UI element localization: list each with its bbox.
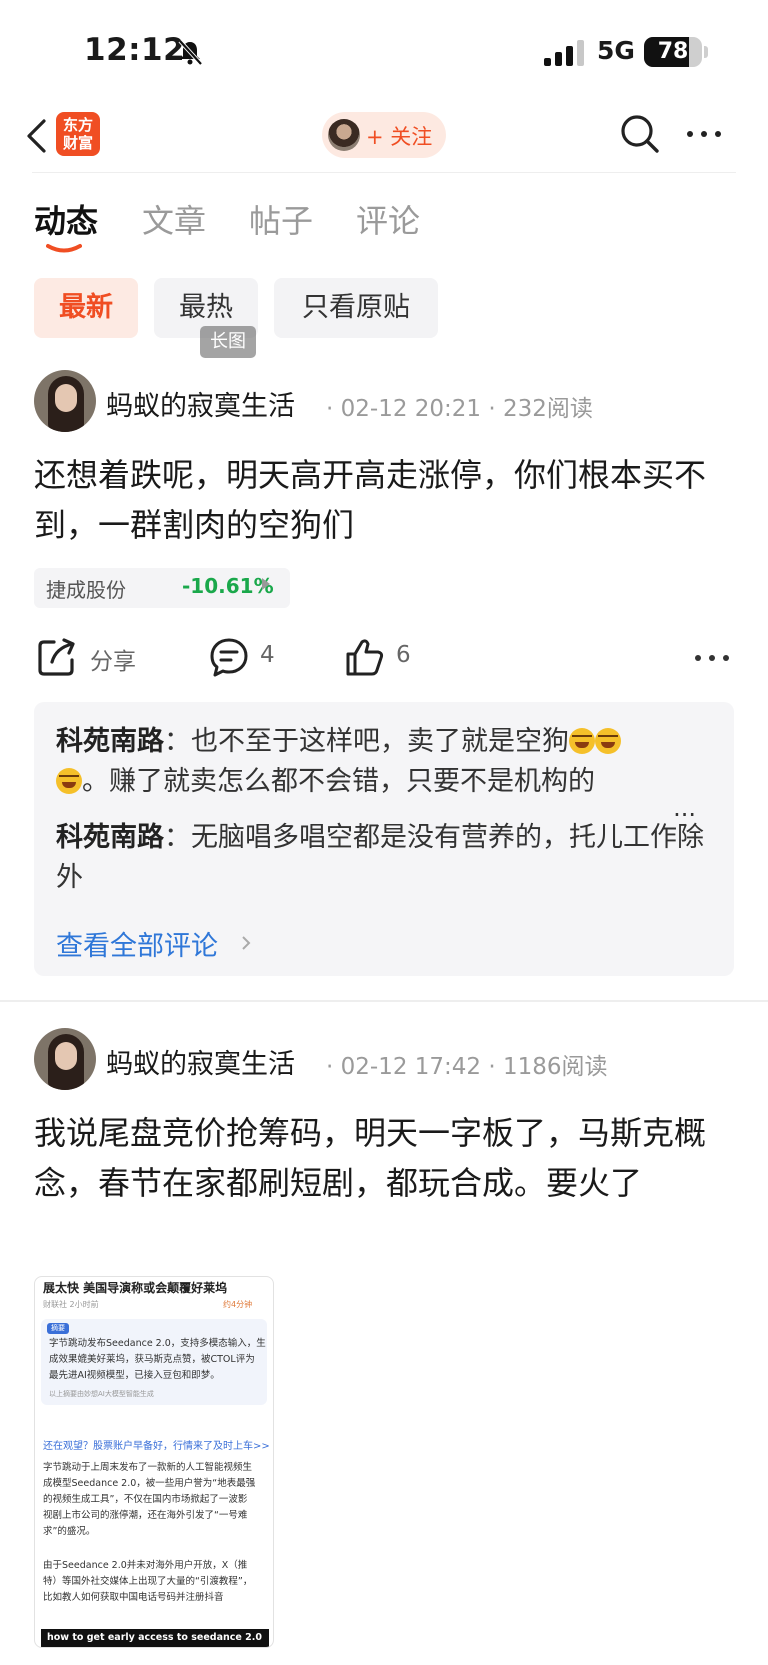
comment-text-continued: 。赚了就卖怎么都不会错，只要不是机构的 [82,766,595,797]
tab-active-indicator [46,244,82,253]
avatar [328,119,360,151]
comment-separator: ： [164,726,191,757]
avatar[interactable] [34,1028,96,1090]
avatar[interactable] [34,370,96,432]
long-image-badge: 长图 [200,326,256,358]
battery-level: 78 [657,39,689,64]
status-time: 12:12 [84,32,186,68]
like-count: 6 [396,642,411,668]
search-icon[interactable] [620,114,660,154]
image-summary-line: 成效果媲美好莱坞，获马斯克点赞，被CTOL评为 [49,1354,255,1365]
tab-comments[interactable]: 评论 [356,196,420,242]
back-icon[interactable] [24,118,48,154]
tab-posts[interactable]: 帖子 [249,196,313,242]
view-all-comments-link[interactable]: 查看全部评论 [56,924,218,963]
nav-divider [32,172,736,173]
image-summary-line: 字节跳动发布Seedance 2.0，支持多模态输入，生 [49,1338,266,1349]
bell-muted-icon [178,39,203,66]
image-summary-note: 以上摘要由妙想AI大模型智能生成 [49,1390,154,1398]
brand-logo-line1: 东方 [62,116,93,134]
image-summary-badge: 摘要 [47,1323,69,1334]
post-meta: · 02-12 20:21 · 232阅读 [326,396,593,422]
comment-item[interactable]: 科苑南路：无脑唱多唱空都是没有营养的，托儿工作除外 [56,818,716,898]
thumbs-up-icon [346,639,384,676]
image-paragraph-line: 视剧上市公司的涨停潮，还在海外引发了“一号难 [43,1510,248,1521]
image-paragraph-line: 特）等国外社交媒体上出现了大量的“引渡教程”， [43,1576,253,1587]
more-icon[interactable] [692,648,732,668]
filter-latest[interactable]: 最新 [34,278,138,338]
post-body[interactable]: 我说尾盘竞价抢筹码，明天一字板了，马斯克概念，春节在家都刷短剧，都玩合成。要火了 [34,1108,734,1208]
post-meta: · 02-12 17:42 · 1186阅读 [326,1054,608,1080]
network-type: 5G [597,36,635,65]
avatar-face [55,384,77,412]
post-body[interactable]: 还想着跌呢，明天高开高走涨停，你们根本买不到，一群割肉的空狗们 [34,450,734,550]
cellular-signal-icon [544,40,584,66]
image-paragraph-line: 求”的盛况。 [43,1526,96,1537]
image-paragraph-line: 成模型Seedance 2.0，被一些用户誉为“地表最强 [43,1478,256,1489]
comments-preview: 科苑南路：也不至于这样吧，卖了就是空狗 。赚了就卖怎么都不会错，只要不是机构的 … [34,702,734,976]
tab-dynamic[interactable]: 动态 [34,196,98,242]
laughing-tears-emoji-icon [595,728,621,754]
share-button[interactable]: 分享 [36,636,146,680]
image-source-meta: 财联社 2小时前 [43,1300,99,1309]
share-icon [38,638,75,676]
image-play-duration: 约4分钟 [223,1300,253,1309]
share-label: 分享 [90,649,136,675]
follow-label: + 关注 [366,125,433,149]
battery-tip [704,46,708,58]
comment-author[interactable]: 科苑南路 [56,726,164,757]
image-headline: 展太快 美国导演称或会颠覆好莱坞 [43,1281,228,1295]
laughing-tears-emoji-icon [569,728,595,754]
follow-button[interactable]: + 关注 [322,112,446,158]
stock-change: -10.61% [182,574,274,598]
image-paragraph-line: 比如教人如何获取中国电话号码并注册抖音 [43,1592,224,1603]
image-paragraph-line: 的视频生成工具”，不仅在国内市场掀起了一波影 [43,1494,248,1505]
post-author[interactable]: 蚂蚁的寂寞生活 [106,1042,295,1081]
image-promo-link: 还在观望？股票账户早备好，行情来了及时上车>> [43,1441,270,1452]
comment-icon [210,638,248,677]
filter-original-only[interactable]: 只看原贴 [274,278,438,338]
comment-button[interactable]: 4 [208,636,288,680]
comment-item[interactable]: 科苑南路：也不至于这样吧，卖了就是空狗 。赚了就卖怎么都不会错，只要不是机构的 … [56,722,716,822]
image-paragraph-line: 字节跳动于上周末发布了一款新的人工智能视频生 [43,1462,253,1473]
stock-name: 捷成股份 [46,578,126,602]
brand-logo-line2: 财富 [62,134,93,152]
image-summary-line: 最先进AI视频模型，已接入豆包和即梦。 [49,1370,220,1381]
status-bar: 12:12 5G 78 [0,0,768,100]
comment-author[interactable]: 科苑南路 [56,822,164,853]
brand-logo[interactable]: 东方 财富 [56,112,100,156]
tab-articles[interactable]: 文章 [142,196,206,242]
image-footer-caption: how to get early access to seedance 2.0 [41,1629,269,1647]
post-author[interactable]: 蚂蚁的寂寞生活 [106,384,295,423]
chevron-right-icon [262,578,270,590]
like-button[interactable]: 6 [344,636,424,680]
comment-text: 也不至于这样吧，卖了就是空狗 [191,726,569,757]
post-image[interactable]: 展太快 美国导演称或会颠覆好莱坞 财联社 2小时前 约4分钟 摘要 字节跳动发布… [34,1276,274,1648]
chevron-right-icon [242,936,251,950]
comment-separator: ： [164,822,191,853]
stock-tag[interactable]: 捷成股份 -10.61% [34,568,290,608]
battery-icon: 78 [644,37,702,67]
avatar-face [55,1042,77,1070]
laughing-tears-emoji-icon [56,768,82,794]
image-summary-box: 摘要 字节跳动发布Seedance 2.0，支持多模态输入，生 成效果媲美好莱坞… [41,1319,267,1405]
comment-count: 4 [260,642,275,668]
more-icon[interactable] [684,124,724,144]
image-paragraph-line: 由于Seedance 2.0并未对海外用户开放，X（推 [43,1560,248,1571]
post-divider [0,1000,768,1002]
